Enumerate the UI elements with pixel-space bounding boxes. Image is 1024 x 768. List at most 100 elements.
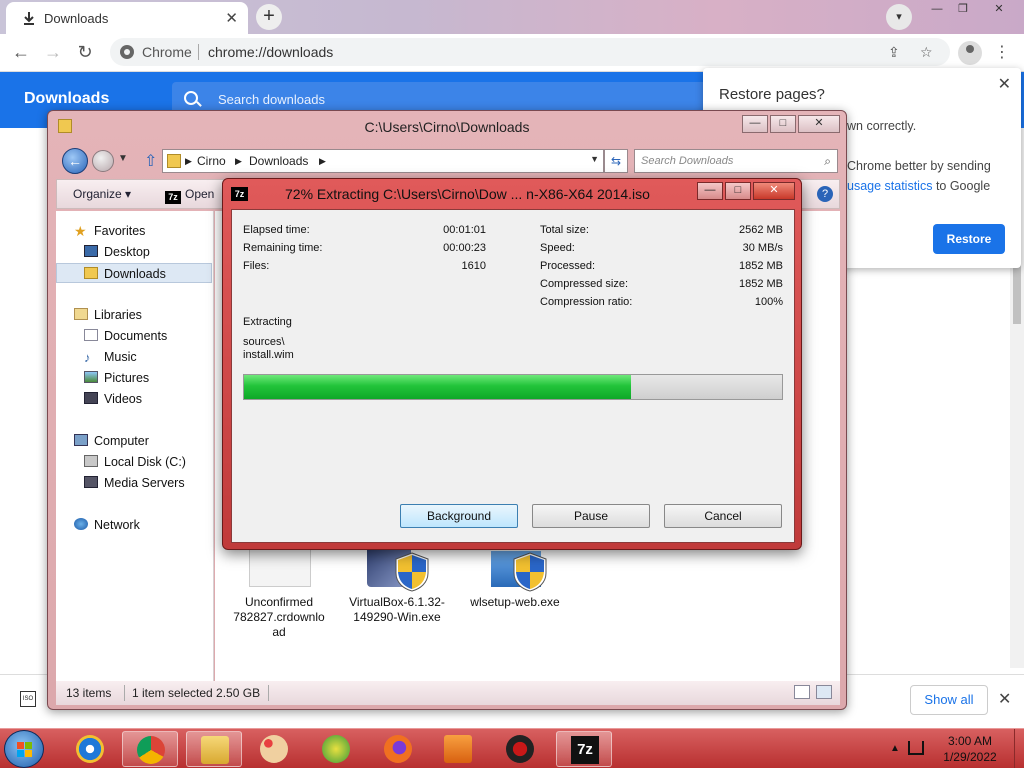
bookmark-star-icon[interactable]: ☆	[920, 44, 933, 61]
usage-statistics-link[interactable]: usage statistics	[847, 179, 932, 193]
taskbar-paint[interactable]	[246, 731, 302, 767]
clock-time[interactable]: 3:00 AM	[934, 734, 1006, 748]
file-name[interactable]: wlsetup-web.exe	[465, 595, 565, 610]
profile-avatar[interactable]	[958, 41, 982, 65]
breadcrumb-cirno[interactable]: Cirno	[197, 154, 226, 168]
taskbar-firefox[interactable]	[370, 731, 426, 767]
dialog-maximize-button[interactable]: □	[725, 182, 751, 200]
taskbar-chrome[interactable]	[122, 731, 178, 767]
show-hidden-icons-icon[interactable]: ▲	[890, 743, 900, 754]
cancel-button[interactable]: Cancel	[664, 504, 782, 528]
taskbar-7zip[interactable]: 7z	[556, 731, 612, 767]
back-arrow-icon[interactable]: ←	[10, 42, 32, 64]
restore-message-suffix: to Google	[932, 179, 991, 193]
background-button[interactable]: Background	[400, 504, 518, 528]
chevron-down-icon[interactable]: ▼	[590, 154, 599, 164]
firefox-icon	[384, 735, 412, 763]
nav-libraries[interactable]: Libraries	[74, 305, 142, 325]
history-dropdown-icon[interactable]: ▼	[118, 153, 128, 164]
nav-music[interactable]: ♪ Music	[84, 347, 137, 367]
up-arrow-icon[interactable]: ⇧	[144, 151, 157, 171]
nav-videos[interactable]: Videos	[84, 389, 142, 409]
chevron-right-icon[interactable]: ▶	[185, 156, 192, 167]
organize-menu[interactable]: Organize ▾	[73, 187, 131, 201]
refresh-icon[interactable]: ⇆	[604, 149, 628, 173]
file-name[interactable]: VirtualBox-6.1.32-149290-Win.exe	[347, 595, 447, 625]
nav-favorites[interactable]: ★ Favorites	[74, 221, 145, 241]
taskbar-app-5[interactable]	[308, 731, 364, 767]
large-icons-view-icon[interactable]	[816, 685, 832, 699]
nav-local-disk[interactable]: Local Disk (C:)	[84, 452, 186, 472]
explorer-minimize-button[interactable]: —	[742, 115, 768, 133]
forward-arrow-icon[interactable]	[92, 150, 114, 172]
taskbar-explorer[interactable]	[186, 731, 242, 767]
nav-desktop[interactable]: Desktop	[84, 242, 150, 262]
nav-downloads[interactable]: Downloads	[56, 263, 212, 283]
omnibox-url[interactable]: chrome://downloads	[208, 44, 333, 60]
forward-arrow-icon[interactable]: →	[42, 42, 64, 64]
dialog-close-button[interactable]: ✕	[753, 182, 795, 200]
remaining-time-value: 00:00:23	[443, 242, 486, 254]
network-status-icon[interactable]	[908, 741, 924, 755]
dialog-body: Elapsed time: 00:01:01 Remaining time: 0…	[231, 209, 795, 543]
close-window-button[interactable]: ✕	[986, 2, 1012, 18]
help-icon[interactable]: ?	[817, 186, 833, 202]
clock-date[interactable]: 1/29/2022	[934, 750, 1006, 764]
show-desktop-button[interactable]	[1014, 729, 1024, 768]
taskbar-app-8[interactable]	[492, 731, 548, 767]
tab-search-button[interactable]: ▾	[886, 4, 912, 30]
total-size-label: Total size:	[540, 224, 589, 236]
files-label: Files:	[243, 260, 270, 272]
chrome-menu-icon[interactable]: ⋮	[994, 42, 1010, 62]
new-tab-button[interactable]: +	[256, 4, 282, 30]
nav-documents[interactable]: Documents	[84, 326, 167, 346]
show-all-button[interactable]: Show all	[910, 685, 988, 715]
breadcrumb-downloads[interactable]: Downloads	[249, 154, 308, 168]
tab-close-icon[interactable]: ✕	[225, 9, 238, 27]
current-path: sources\	[243, 336, 285, 348]
share-icon[interactable]: ⇪	[888, 44, 900, 61]
extraction-progress-bar	[243, 374, 783, 400]
search-icon[interactable]: ⌕	[824, 154, 831, 169]
close-icon[interactable]: ✕	[998, 74, 1011, 94]
internet-explorer-icon	[76, 735, 104, 763]
reload-icon[interactable]: ↻	[74, 42, 96, 64]
explorer-close-button[interactable]: ✕	[798, 115, 840, 133]
open-button[interactable]: 7z Open	[165, 187, 214, 204]
taskbar-internet-explorer[interactable]	[62, 731, 118, 767]
dialog-minimize-button[interactable]: —	[697, 182, 723, 200]
elapsed-time-value: 00:01:01	[443, 224, 486, 236]
minimize-button[interactable]: —	[924, 2, 950, 18]
path-breadcrumb[interactable]: ▶ Cirno ▶ Downloads ▶ ▼	[162, 149, 604, 173]
search-downloads-field[interactable]: Search Downloads ⌕	[634, 149, 838, 173]
nav-computer[interactable]: Computer	[74, 431, 149, 451]
taskbar-media-player[interactable]	[430, 731, 486, 767]
computer-icon	[74, 434, 88, 446]
nav-media-servers[interactable]: Media Servers	[84, 473, 185, 493]
iso-file-icon[interactable]: ISO	[20, 691, 36, 707]
organize-label: Organize	[73, 187, 122, 201]
nav-label: Media Servers	[104, 476, 185, 490]
file-name[interactable]: Unconfirmed 782827.crdownlo ad	[229, 595, 329, 640]
tab-downloads[interactable]: Downloads ✕	[6, 2, 248, 34]
restore-button[interactable]: Restore	[933, 224, 1005, 254]
windows-logo-icon	[17, 742, 33, 758]
close-shelf-icon[interactable]: ✕	[998, 689, 1011, 709]
omnibox[interactable]: Chrome chrome://downloads ⇪ ☆	[110, 38, 950, 66]
chevron-right-icon[interactable]: ▶	[319, 156, 326, 167]
restore-window-button[interactable]: ❐	[950, 2, 976, 18]
nav-pictures[interactable]: Pictures	[84, 368, 149, 388]
chevron-right-icon[interactable]: ▶	[235, 156, 242, 167]
nav-network[interactable]: Network	[74, 515, 140, 535]
pause-button[interactable]: Pause	[532, 504, 650, 528]
extracting-label: Extracting	[243, 316, 292, 328]
back-arrow-icon[interactable]: ←	[62, 148, 88, 174]
start-button[interactable]	[4, 730, 44, 768]
explorer-maximize-button[interactable]: □	[770, 115, 796, 133]
7zip-icon: 7z	[165, 191, 181, 204]
details-view-icon[interactable]	[794, 685, 810, 699]
address-bar: ← ▼ ⇧ ▶ Cirno ▶ Downloads ▶ ▼ ⇆ Search D…	[58, 147, 838, 175]
recorder-icon	[506, 735, 534, 763]
system-tray: ▲ 3:00 AM 1/29/2022	[884, 729, 1024, 768]
speed-label: Speed:	[540, 242, 575, 254]
